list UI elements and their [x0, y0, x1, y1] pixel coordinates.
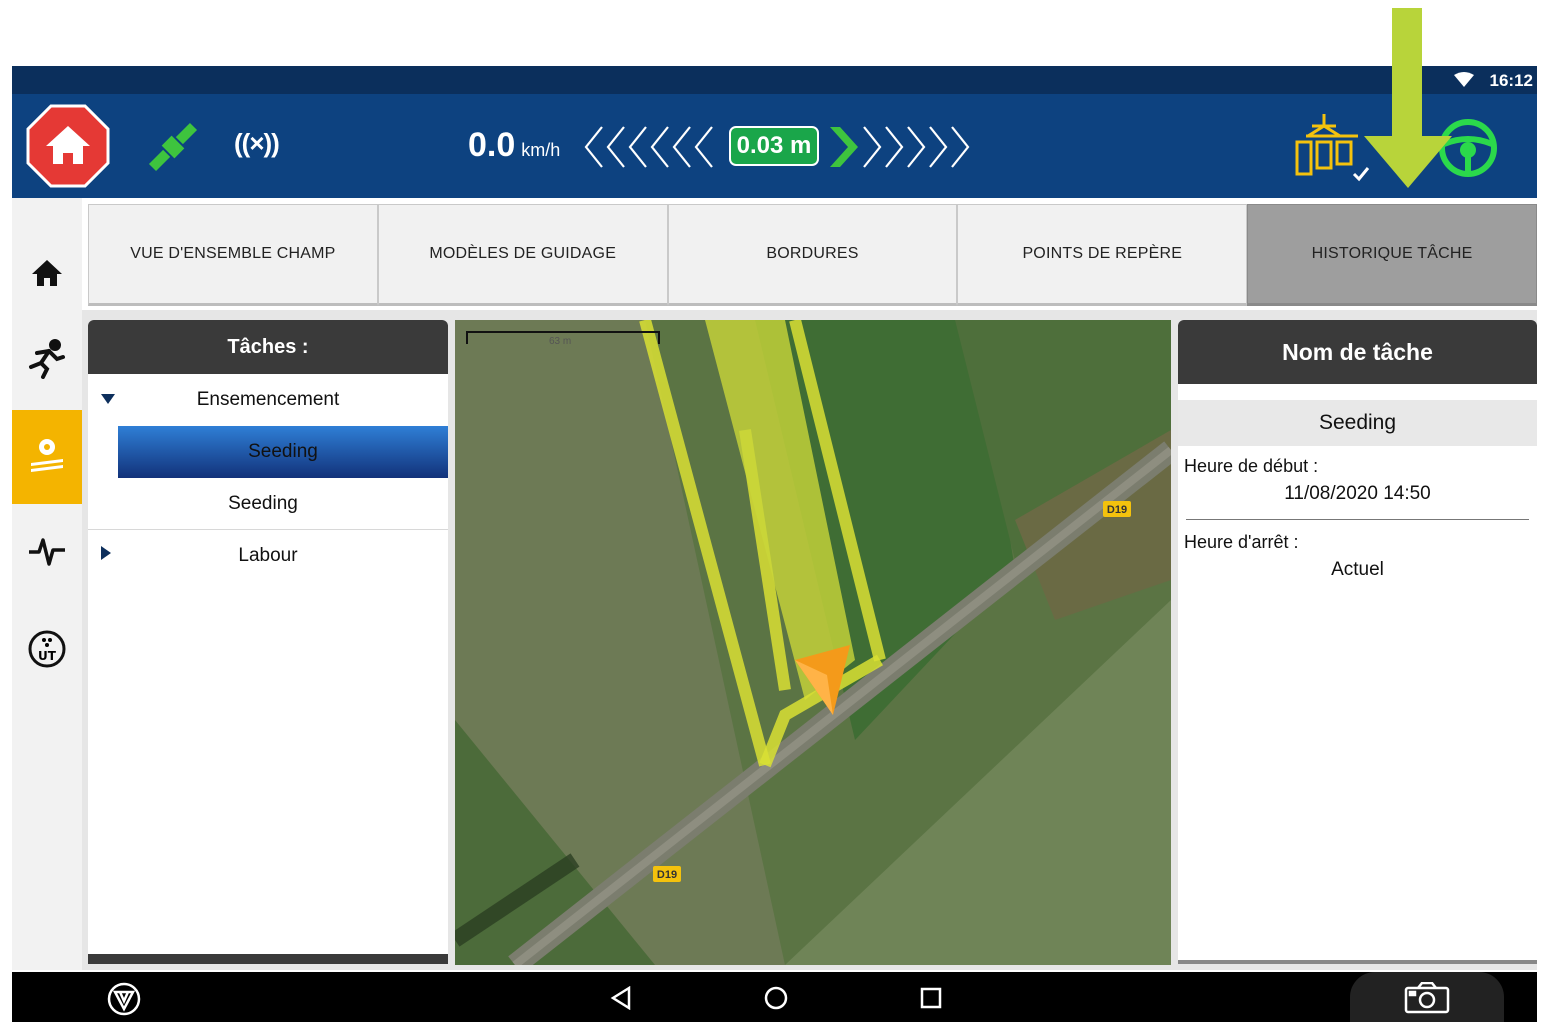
trimble-icon[interactable]: [106, 981, 142, 1022]
field-settings-icon: [27, 435, 67, 480]
road-label: D19: [657, 869, 677, 881]
chevron-right-indicator-icon: [826, 124, 976, 175]
recents-icon[interactable]: [920, 987, 942, 1014]
android-navigation-bar: [12, 972, 1537, 1022]
tab-guidance-patterns[interactable]: MODÈLES DE GUIDAGE: [377, 204, 668, 306]
sidebar-item-home[interactable]: [12, 228, 82, 322]
svg-text:UT: UT: [38, 649, 57, 663]
wifi-icon: [1453, 72, 1475, 93]
task-name-title: Nom de tâche: [1178, 320, 1537, 384]
sidebar-item-activity[interactable]: [12, 506, 82, 600]
home-icon: [31, 258, 63, 293]
ut-icon: UT: [27, 629, 67, 674]
tab-bar: VUE D'ENSEMBLE CHAMP MODÈLES DE GUIDAGE …: [88, 204, 1537, 308]
task-list-title: Tâches :: [88, 320, 448, 374]
screenshot-button[interactable]: [1350, 972, 1504, 1022]
back-icon[interactable]: [610, 985, 632, 1015]
task-item[interactable]: Seeding: [88, 478, 448, 530]
panel-footer: [1178, 960, 1537, 964]
status-bar: 16:12: [12, 66, 1537, 94]
start-time-label: Heure de début :: [1184, 456, 1319, 476]
sidebar-item-ut[interactable]: UT: [12, 604, 82, 698]
home-circle-icon[interactable]: [764, 986, 788, 1015]
left-sidebar: UT: [12, 198, 82, 970]
sidebar-item-run[interactable]: [12, 314, 82, 408]
task-item-selected[interactable]: Seeding: [118, 426, 448, 478]
task-group-label: Labour: [238, 545, 298, 566]
triangle-right-icon[interactable]: [100, 545, 112, 567]
map-scale-label: 63 m: [549, 336, 571, 347]
cross-track-offset: 0.03 m: [729, 126, 819, 166]
task-group-seeding[interactable]: Ensemencement: [88, 374, 448, 426]
task-map[interactable]: 63 m D19 D19: [455, 320, 1171, 965]
speed-readout: 0.0 km/h: [468, 126, 560, 165]
rtk-signal-icon[interactable]: ((×)): [234, 128, 280, 159]
runner-icon: [27, 338, 67, 384]
speed-value: 0.0: [468, 126, 516, 164]
tab-boundaries[interactable]: BORDURES: [667, 204, 958, 306]
clock: 16:12: [1489, 71, 1533, 90]
tab-task-history[interactable]: HISTORIQUE TÂCHE: [1247, 204, 1537, 306]
task-group-label: Ensemencement: [196, 389, 340, 410]
speed-unit: km/h: [521, 140, 561, 160]
panel-footer: [88, 954, 448, 964]
home-stop-button[interactable]: [26, 104, 110, 193]
tab-field-overview[interactable]: VUE D'ENSEMBLE CHAMP: [88, 204, 378, 306]
task-item-label: Seeding: [228, 492, 298, 514]
divider: [1186, 519, 1529, 520]
sidebar-item-field-settings[interactable]: [12, 410, 82, 504]
tab-landmarks[interactable]: POINTS DE REPÈRE: [957, 204, 1248, 306]
top-toolbar: ((×)) 0.0 km/h 0.03 m: [12, 94, 1537, 198]
stop-time-label: Heure d'arrêt :: [1184, 532, 1299, 552]
stop-time-value: Actuel: [1331, 559, 1384, 580]
task-detail-panel: Nom de tâche Seeding Heure de début : 11…: [1178, 320, 1537, 964]
gps-satellite-icon[interactable]: [142, 116, 204, 183]
screenshot-camera-icon: [1404, 981, 1450, 1019]
activity-icon: [27, 534, 67, 573]
arrow-down-icon: [1362, 8, 1454, 193]
triangle-down-icon[interactable]: [100, 389, 116, 411]
task-group-tillage[interactable]: Labour: [88, 530, 448, 582]
road-label: D19: [1107, 504, 1127, 516]
start-time-value: 11/08/2020 14:50: [1284, 483, 1431, 504]
task-list-panel: Tâches : Ensemencement Seeding Seeding L…: [88, 320, 448, 964]
chevron-left-indicator-icon: [582, 124, 727, 175]
task-name-value: Seeding: [1178, 400, 1537, 446]
